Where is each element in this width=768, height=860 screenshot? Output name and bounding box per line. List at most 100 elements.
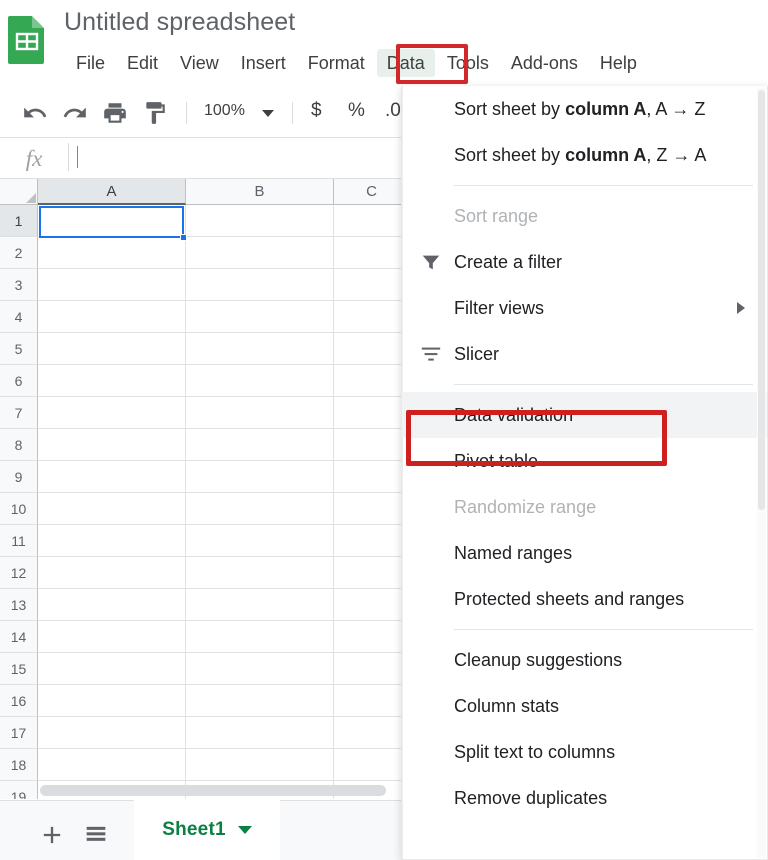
- menu-item-add-ons[interactable]: Add-ons: [501, 49, 588, 77]
- menu-option-named-ranges[interactable]: Named ranges: [402, 530, 767, 576]
- cell-B9[interactable]: [186, 461, 334, 493]
- row-header-17[interactable]: 17: [0, 717, 38, 749]
- cell-C5[interactable]: [334, 333, 410, 365]
- cell-B7[interactable]: [186, 397, 334, 429]
- cell-C10[interactable]: [334, 493, 410, 525]
- cell-C7[interactable]: [334, 397, 410, 429]
- cell-C15[interactable]: [334, 653, 410, 685]
- cell-A5[interactable]: [38, 333, 186, 365]
- row-header-7[interactable]: 7: [0, 397, 38, 429]
- cell-A11[interactable]: [38, 525, 186, 557]
- menu-item-file[interactable]: File: [66, 49, 115, 77]
- google-sheets-logo-icon[interactable]: [8, 14, 46, 64]
- cell-C16[interactable]: [334, 685, 410, 717]
- menu-option-slicer[interactable]: Slicer: [402, 331, 767, 377]
- cell-B3[interactable]: [186, 269, 334, 301]
- cell-A6[interactable]: [38, 365, 186, 397]
- select-all-corner[interactable]: [0, 179, 38, 205]
- print-icon[interactable]: [102, 100, 128, 126]
- row-header-16[interactable]: 16: [0, 685, 38, 717]
- row-header-1[interactable]: 1: [0, 205, 38, 237]
- menu-option-sort-sheet-az[interactable]: Sort sheet by column A, A → Z: [402, 86, 767, 132]
- cell-C11[interactable]: [334, 525, 410, 557]
- row-header-12[interactable]: 12: [0, 557, 38, 589]
- row-header-18[interactable]: 18: [0, 749, 38, 781]
- sheet-tab-sheet1[interactable]: Sheet1: [134, 800, 280, 860]
- paint-format-icon[interactable]: [142, 100, 168, 126]
- cell-C13[interactable]: [334, 589, 410, 621]
- cell-C14[interactable]: [334, 621, 410, 653]
- cell-A10[interactable]: [38, 493, 186, 525]
- row-header-11[interactable]: 11: [0, 525, 38, 557]
- menu-option-data-validation[interactable]: Data validation: [402, 392, 767, 438]
- selected-cell-outline[interactable]: [39, 206, 184, 238]
- row-header-2[interactable]: 2: [0, 237, 38, 269]
- cell-C6[interactable]: [334, 365, 410, 397]
- zoom-chevron-down-icon[interactable]: [262, 110, 274, 117]
- cell-C17[interactable]: [334, 717, 410, 749]
- cell-A14[interactable]: [38, 621, 186, 653]
- cell-B1[interactable]: [186, 205, 334, 237]
- undo-icon[interactable]: [22, 100, 48, 126]
- menu-option-protected-sheets-and-ranges[interactable]: Protected sheets and ranges: [402, 576, 767, 622]
- cell-B13[interactable]: [186, 589, 334, 621]
- dropdown-scrollbar-thumb[interactable]: [758, 90, 765, 510]
- cell-B6[interactable]: [186, 365, 334, 397]
- row-header-9[interactable]: 9: [0, 461, 38, 493]
- cell-A9[interactable]: [38, 461, 186, 493]
- column-header-B[interactable]: B: [186, 179, 334, 205]
- menu-option-filter-views[interactable]: Filter views: [402, 285, 767, 331]
- row-header-13[interactable]: 13: [0, 589, 38, 621]
- cell-B16[interactable]: [186, 685, 334, 717]
- cell-B14[interactable]: [186, 621, 334, 653]
- document-title[interactable]: Untitled spreadsheet: [64, 8, 295, 37]
- cell-C3[interactable]: [334, 269, 410, 301]
- menu-item-insert[interactable]: Insert: [231, 49, 296, 77]
- menu-option-split-text-to-columns[interactable]: Split text to columns: [402, 729, 767, 775]
- row-header-8[interactable]: 8: [0, 429, 38, 461]
- menu-option-create-a-filter[interactable]: Create a filter: [402, 239, 767, 285]
- cell-B4[interactable]: [186, 301, 334, 333]
- menu-item-edit[interactable]: Edit: [117, 49, 168, 77]
- cell-C4[interactable]: [334, 301, 410, 333]
- cell-B11[interactable]: [186, 525, 334, 557]
- menu-option-cleanup-suggestions[interactable]: Cleanup suggestions: [402, 637, 767, 683]
- cell-A17[interactable]: [38, 717, 186, 749]
- cell-C9[interactable]: [334, 461, 410, 493]
- cell-A16[interactable]: [38, 685, 186, 717]
- cell-B2[interactable]: [186, 237, 334, 269]
- cell-B15[interactable]: [186, 653, 334, 685]
- cell-A8[interactable]: [38, 429, 186, 461]
- add-sheet-plus-icon[interactable]: [38, 821, 66, 849]
- cell-A13[interactable]: [38, 589, 186, 621]
- cell-A12[interactable]: [38, 557, 186, 589]
- cell-C12[interactable]: [334, 557, 410, 589]
- row-header-15[interactable]: 15: [0, 653, 38, 685]
- zoom-level-value[interactable]: 100%: [204, 102, 245, 120]
- row-header-10[interactable]: 10: [0, 493, 38, 525]
- row-header-6[interactable]: 6: [0, 365, 38, 397]
- menu-item-format[interactable]: Format: [298, 49, 375, 77]
- column-header-C[interactable]: C: [334, 179, 410, 205]
- cell-B5[interactable]: [186, 333, 334, 365]
- menu-option-sort-sheet-za[interactable]: Sort sheet by column A, Z → A: [402, 132, 767, 178]
- cell-A18[interactable]: [38, 749, 186, 781]
- fill-handle[interactable]: [180, 234, 187, 241]
- menu-item-help[interactable]: Help: [590, 49, 647, 77]
- cell-A4[interactable]: [38, 301, 186, 333]
- cell-C8[interactable]: [334, 429, 410, 461]
- row-header-3[interactable]: 3: [0, 269, 38, 301]
- cell-C1[interactable]: [334, 205, 410, 237]
- cell-C18[interactable]: [334, 749, 410, 781]
- row-header-14[interactable]: 14: [0, 621, 38, 653]
- row-header-19[interactable]: 19: [0, 781, 38, 799]
- cell-B8[interactable]: [186, 429, 334, 461]
- cell-A2[interactable]: [38, 237, 186, 269]
- row-header-4[interactable]: 4: [0, 301, 38, 333]
- menu-option-pivot-table[interactable]: Pivot table: [402, 438, 767, 484]
- cell-B12[interactable]: [186, 557, 334, 589]
- menu-item-tools[interactable]: Tools: [437, 49, 499, 77]
- cell-B17[interactable]: [186, 717, 334, 749]
- redo-icon[interactable]: [62, 100, 88, 126]
- sheet-tab-chevron-down-icon[interactable]: [238, 826, 252, 834]
